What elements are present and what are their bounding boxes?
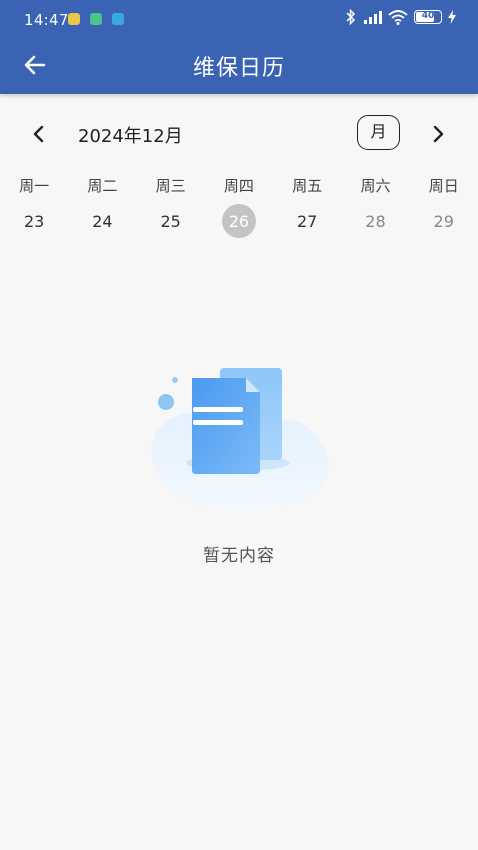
- weekday-label: 周二: [87, 177, 118, 195]
- weekday-label: 周六: [360, 177, 391, 195]
- empty-state-text: 暂无内容: [203, 546, 275, 566]
- weekday-label: 周日: [428, 177, 459, 195]
- notification-message-icon: [90, 13, 102, 25]
- weekday-label: 周四: [223, 177, 254, 195]
- calendar-navigation: 2024年12月 月: [0, 112, 478, 156]
- status-bar: 14:47 40: [0, 0, 478, 40]
- date-cell-selected[interactable]: 26: [205, 204, 273, 238]
- date-cell[interactable]: 28: [341, 204, 409, 238]
- date-number: 26: [221, 204, 256, 238]
- date-cell[interactable]: 29: [410, 204, 478, 238]
- app-header: 14:47 40 维保日历: [0, 0, 478, 94]
- weekday-label: 周五: [292, 177, 323, 195]
- status-icons: 40: [346, 9, 456, 25]
- chevron-right-icon[interactable]: [425, 121, 451, 147]
- weekday-label: 周一: [19, 177, 50, 195]
- date-number: 23: [23, 211, 45, 231]
- status-time: 14:47: [24, 11, 69, 29]
- battery-level: 40: [421, 11, 435, 21]
- charging-icon: [448, 10, 456, 24]
- empty-document-icon: [151, 368, 330, 511]
- date-cell[interactable]: 25: [137, 204, 205, 238]
- weekday-header-row: 周一 周二 周三 周四 周五 周六 周日: [0, 175, 478, 196]
- date-number: 24: [92, 211, 113, 231]
- date-cell[interactable]: 27: [273, 204, 341, 238]
- bluetooth-icon: [346, 9, 356, 25]
- battery-icon: 40: [414, 10, 442, 24]
- date-number: 29: [433, 211, 454, 231]
- date-row: 23 24 25 26 27 28 29: [0, 204, 478, 238]
- wifi-icon: [388, 10, 408, 25]
- date-cell[interactable]: 24: [68, 204, 136, 238]
- date-number: 25: [160, 211, 181, 231]
- chevron-left-icon[interactable]: [26, 121, 52, 147]
- date-number: 28: [365, 211, 386, 231]
- notification-app-icon: [112, 13, 124, 25]
- cellular-signal-icon: [364, 11, 382, 24]
- date-cell[interactable]: 23: [0, 204, 68, 238]
- current-month-label: 2024年12月: [78, 126, 183, 147]
- notification-app-icon: [68, 13, 80, 25]
- weekday-label: 周三: [155, 177, 186, 195]
- page-title: 维保日历: [192, 56, 285, 81]
- month-view-toggle[interactable]: 月: [357, 115, 400, 150]
- date-number: 27: [297, 211, 318, 231]
